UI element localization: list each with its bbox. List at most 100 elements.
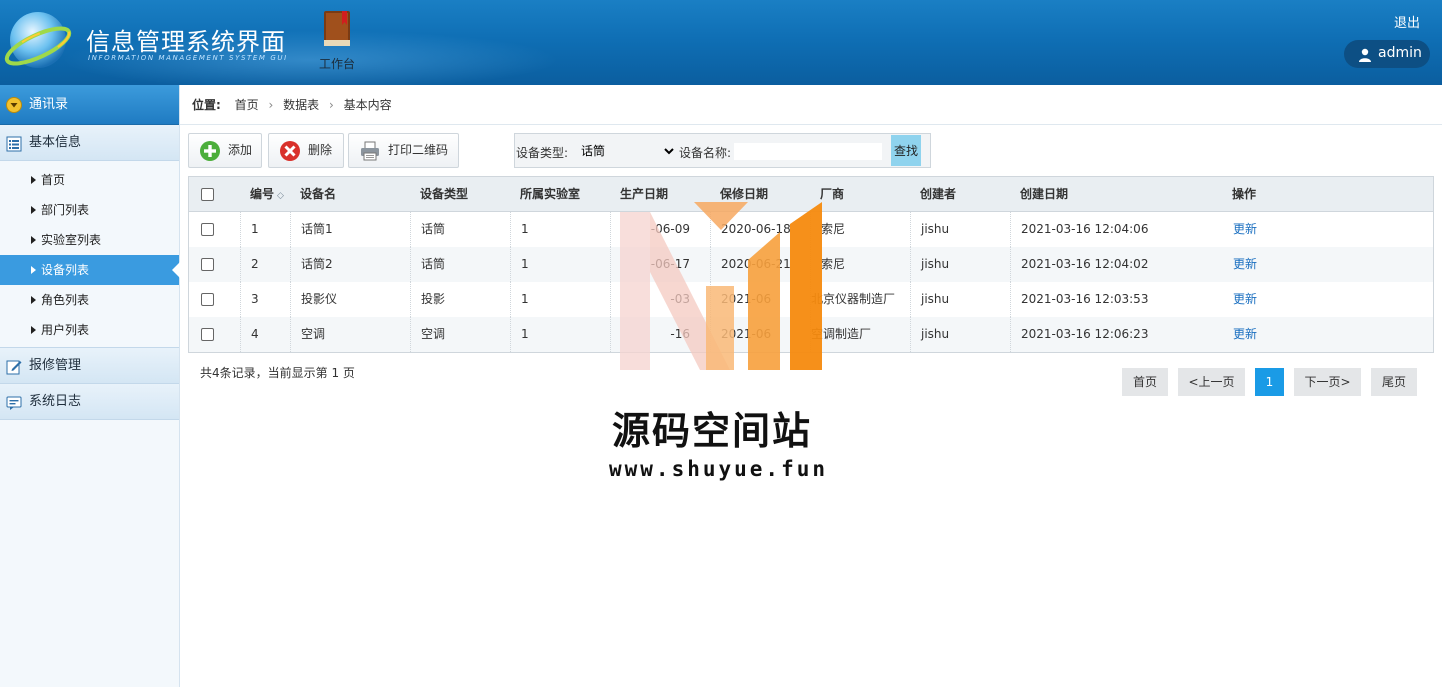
sort-icon[interactable]: ◇ bbox=[277, 191, 284, 201]
table-row: 1 话筒1 话筒 1 -06-09 2020-06-18 索尼 jishu 20… bbox=[189, 212, 1433, 247]
sidebar-group-logs[interactable]: 系统日志 bbox=[0, 384, 179, 420]
book-icon bbox=[324, 11, 350, 46]
cell-production-date: -06-17 bbox=[610, 247, 710, 282]
user-icon bbox=[1359, 48, 1371, 62]
row-checkbox[interactable] bbox=[201, 258, 214, 271]
select-all-checkbox[interactable] bbox=[201, 188, 214, 201]
column-header-label: 编号 bbox=[250, 187, 275, 201]
cell-creator: jishu bbox=[910, 247, 1010, 282]
sidebar-item-users[interactable]: 用户列表 bbox=[0, 315, 179, 345]
watermark-url: www.shuyue.fun bbox=[609, 457, 829, 481]
update-link[interactable]: 更新 bbox=[1233, 317, 1257, 352]
globe-logo-icon bbox=[4, 12, 72, 68]
next-page-button[interactable]: 下一页> bbox=[1294, 368, 1361, 396]
delete-button-label: 删除 bbox=[308, 143, 333, 157]
logout-link[interactable]: 退出 bbox=[1394, 12, 1420, 31]
cell-warranty-date: 2020-06-21 bbox=[710, 247, 810, 282]
cell-warranty-date: 2021-06 bbox=[710, 282, 810, 317]
column-header-warranty-date: 保修日期 bbox=[720, 187, 769, 201]
row-checkbox[interactable] bbox=[201, 293, 214, 306]
message-icon bbox=[6, 396, 22, 410]
sidebar-group-label: 基本信息 bbox=[29, 135, 82, 150]
cell-creator: jishu bbox=[910, 282, 1010, 317]
update-link[interactable]: 更新 bbox=[1233, 282, 1257, 317]
cell-type: 话筒 bbox=[410, 212, 510, 247]
workbench-label: 工作台 bbox=[318, 57, 355, 71]
sidebar-group-basic-info[interactable]: 基本信息 bbox=[0, 125, 179, 161]
device-table: 编号 ◇ 设备名 设备类型 所属实验室 生产日期 保修日期 厂商 创建者 创建日期… bbox=[188, 176, 1434, 353]
sidebar-group-repair[interactable]: 报修管理 bbox=[0, 348, 179, 384]
sidebar-group-label: 报修管理 bbox=[29, 358, 82, 373]
last-page-button[interactable]: 尾页 bbox=[1371, 368, 1417, 396]
cell-production-date: -03 bbox=[610, 282, 710, 317]
list-icon bbox=[6, 136, 22, 152]
cell-creator: jishu bbox=[910, 212, 1010, 247]
delete-icon bbox=[280, 141, 300, 161]
cell-warranty-date: 2021-06 bbox=[710, 317, 810, 352]
cell-vendor: 索尼 bbox=[810, 247, 910, 282]
column-header-vendor: 厂商 bbox=[820, 187, 845, 201]
cell-created-date: 2021-03-16 12:06:23 bbox=[1010, 317, 1222, 352]
column-header-id[interactable]: 编号 ◇ bbox=[250, 177, 284, 212]
print-qrcode-button[interactable]: 打印二维码 bbox=[348, 133, 459, 168]
caret-right-icon bbox=[31, 206, 36, 214]
update-link[interactable]: 更新 bbox=[1233, 247, 1257, 282]
cell-id: 1 bbox=[240, 212, 290, 247]
breadcrumb: 位置: 首页 › 数据表 › 基本内容 bbox=[180, 85, 1442, 125]
sidebar-group-contacts[interactable]: 通讯录 bbox=[0, 85, 179, 125]
cell-id: 3 bbox=[240, 282, 290, 317]
breadcrumb-separator-icon: › bbox=[328, 98, 334, 112]
caret-right-icon bbox=[31, 326, 36, 334]
add-button[interactable]: 添加 bbox=[188, 133, 262, 168]
breadcrumb-item-home[interactable]: 首页 bbox=[235, 98, 259, 112]
sidebar-item-home[interactable]: 首页 bbox=[0, 165, 179, 195]
workbench-button[interactable]: 工作台 bbox=[313, 8, 361, 71]
cell-creator: jishu bbox=[910, 317, 1010, 352]
prev-page-button[interactable]: <上一页 bbox=[1178, 368, 1245, 396]
edit-icon bbox=[6, 360, 22, 375]
breadcrumb-label: 位置: bbox=[192, 98, 221, 112]
device-type-select[interactable]: 话筒 bbox=[577, 140, 677, 162]
device-name-input[interactable] bbox=[734, 143, 882, 160]
sidebar-group-label: 通讯录 bbox=[29, 97, 69, 112]
caret-right-icon bbox=[31, 176, 36, 184]
first-page-button[interactable]: 首页 bbox=[1122, 368, 1168, 396]
app-title: 信息管理系统界面 bbox=[86, 28, 286, 56]
update-link[interactable]: 更新 bbox=[1233, 212, 1257, 247]
breadcrumb-item-basic: 基本内容 bbox=[343, 98, 392, 112]
row-checkbox[interactable] bbox=[201, 223, 214, 236]
column-header-created-date: 创建日期 bbox=[1020, 187, 1069, 201]
device-name-label: 设备名称: bbox=[679, 146, 732, 160]
delete-button[interactable]: 删除 bbox=[268, 133, 344, 168]
sidebar-group-label: 系统日志 bbox=[29, 394, 82, 409]
cell-type: 空调 bbox=[410, 317, 510, 352]
cell-name: 话筒1 bbox=[290, 212, 410, 247]
sidebar-item-roles[interactable]: 角色列表 bbox=[0, 285, 179, 315]
current-page-button[interactable]: 1 bbox=[1255, 368, 1284, 396]
breadcrumb-separator-icon: › bbox=[268, 98, 274, 112]
caret-right-icon bbox=[31, 296, 36, 304]
sidebar: 通讯录 基本信息 首页 部门列表 实验室列表 设备列表 角色列表 用户列表 报修… bbox=[0, 85, 180, 687]
column-header-actions: 操作 bbox=[1232, 187, 1257, 201]
sidebar-item-labs[interactable]: 实验室列表 bbox=[0, 225, 179, 255]
print-button-label: 打印二维码 bbox=[388, 143, 449, 157]
sidebar-item-label: 实验室列表 bbox=[41, 233, 102, 247]
cell-lab: 1 bbox=[510, 317, 610, 352]
breadcrumb-item-datatable[interactable]: 数据表 bbox=[283, 98, 319, 112]
cell-vendor: 北京仪器制造厂 bbox=[810, 282, 910, 317]
sidebar-item-departments[interactable]: 部门列表 bbox=[0, 195, 179, 225]
column-header-creator: 创建者 bbox=[920, 187, 957, 201]
add-icon bbox=[200, 141, 220, 161]
cell-created-date: 2021-03-16 12:03:53 bbox=[1010, 282, 1222, 317]
row-checkbox[interactable] bbox=[201, 328, 214, 341]
cell-name: 空调 bbox=[290, 317, 410, 352]
user-menu[interactable]: admin bbox=[1344, 40, 1430, 68]
add-button-label: 添加 bbox=[228, 143, 253, 157]
cell-lab: 1 bbox=[510, 247, 610, 282]
sidebar-item-devices[interactable]: 设备列表 bbox=[0, 255, 180, 285]
user-name: admin bbox=[1378, 45, 1422, 61]
printer-icon bbox=[361, 141, 379, 161]
search-button[interactable]: 查找 bbox=[891, 135, 921, 166]
column-header-lab: 所属实验室 bbox=[520, 187, 581, 201]
cell-vendor: 空调制造厂 bbox=[810, 317, 910, 352]
